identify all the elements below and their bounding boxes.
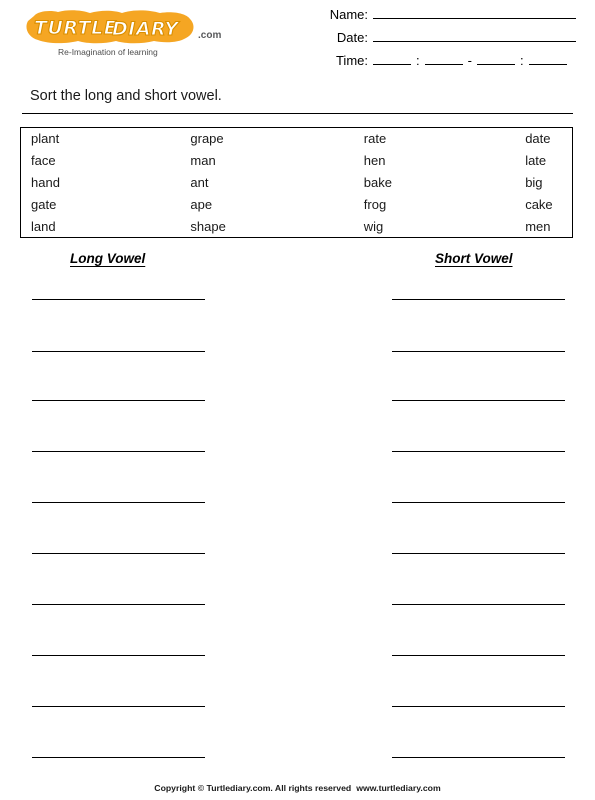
name-field-row: Name:: [316, 6, 576, 29]
word-bank-row: plant grape rate date: [21, 128, 572, 150]
word-item[interactable]: face: [21, 153, 185, 168]
time-range-dash: -: [467, 53, 472, 68]
time-end-hour-line[interactable]: [476, 52, 515, 65]
word-item[interactable]: cake: [517, 197, 572, 212]
instruction-divider: [22, 113, 573, 114]
long-vowel-answer-line[interactable]: [32, 655, 205, 656]
answer-lines-area: [0, 0, 595, 800]
svg-text:TURTLE: TURTLE: [34, 17, 117, 39]
name-field-label: Name:: [329, 7, 368, 22]
word-bank-row: gate ape frog cake: [21, 193, 572, 215]
date-field-row: Date:: [316, 29, 576, 52]
word-item[interactable]: gate: [21, 197, 185, 212]
logo-tagline: Re-Imagination of learning: [58, 47, 158, 57]
word-item[interactable]: big: [517, 175, 572, 190]
long-vowel-answer-line[interactable]: [32, 400, 205, 401]
page-footer: Copyright © Turtlediary.com. All rights …: [0, 783, 595, 793]
long-vowel-answer-line[interactable]: [32, 604, 205, 605]
word-item[interactable]: land: [21, 219, 185, 234]
short-vowel-heading: Short Vowel: [435, 251, 513, 266]
long-vowel-answer-line[interactable]: [32, 351, 205, 352]
date-input-line[interactable]: [373, 29, 576, 42]
word-item[interactable]: plant: [21, 131, 185, 146]
word-bank-row: face man hen late: [21, 150, 572, 172]
word-item[interactable]: ant: [185, 175, 346, 190]
word-item[interactable]: shape: [185, 219, 346, 234]
long-vowel-answer-line[interactable]: [32, 553, 205, 554]
name-input-line[interactable]: [373, 6, 576, 19]
short-vowel-answer-line[interactable]: [392, 757, 565, 758]
short-vowel-answer-line[interactable]: [392, 502, 565, 503]
time-start-minute-line[interactable]: [424, 52, 463, 65]
word-item[interactable]: grape: [185, 131, 346, 146]
time-end-colon: :: [519, 53, 524, 68]
long-vowel-answer-line[interactable]: [32, 706, 205, 707]
word-item[interactable]: date: [517, 131, 572, 146]
time-end-minute-line[interactable]: [528, 52, 567, 65]
time-field-row: Time: : - :: [316, 52, 576, 75]
long-vowel-answer-line[interactable]: [32, 299, 205, 300]
time-start-hour-line[interactable]: [373, 52, 411, 65]
short-vowel-answer-line[interactable]: [392, 351, 565, 352]
logo-tld-text: .com: [198, 30, 222, 41]
word-item[interactable]: hen: [347, 153, 517, 168]
time-field-label: Time:: [335, 53, 368, 68]
footer-copyright: Copyright © Turtlediary.com. All rights …: [154, 783, 352, 793]
long-vowel-answer-line[interactable]: [32, 451, 205, 452]
word-item[interactable]: rate: [347, 131, 517, 146]
footer-website[interactable]: www.turtlediary.com: [356, 783, 440, 793]
svg-text:DIARY: DIARY: [112, 18, 180, 40]
short-vowel-answer-line[interactable]: [392, 553, 565, 554]
word-item[interactable]: late: [517, 153, 572, 168]
short-vowel-answer-line[interactable]: [392, 299, 565, 300]
short-vowel-answer-line[interactable]: [392, 604, 565, 605]
word-item[interactable]: wig: [347, 219, 517, 234]
word-bank-row: land shape wig men: [21, 215, 572, 237]
short-vowel-answer-line[interactable]: [392, 706, 565, 707]
long-vowel-answer-line[interactable]: [32, 757, 205, 758]
short-vowel-answer-line[interactable]: [392, 400, 565, 401]
word-item[interactable]: bake: [347, 175, 517, 190]
word-item[interactable]: men: [517, 219, 572, 234]
short-vowel-answer-line[interactable]: [392, 451, 565, 452]
word-item[interactable]: man: [185, 153, 346, 168]
date-field-label: Date:: [336, 30, 368, 45]
short-vowel-answer-line[interactable]: [392, 655, 565, 656]
word-item[interactable]: frog: [347, 197, 517, 212]
word-item[interactable]: ape: [185, 197, 346, 212]
long-vowel-answer-line[interactable]: [32, 502, 205, 503]
time-start-colon: :: [416, 53, 420, 68]
student-info-fields: Name: Date: Time: : - :: [316, 6, 576, 75]
word-bank-box: plant grape rate date face man hen late …: [20, 127, 573, 238]
logo-blob-icon: TURTLE DIARY: [26, 10, 194, 44]
turtle-diary-logo[interactable]: TURTLE DIARY .com Re-Imagination of lear…: [22, 8, 232, 62]
word-item[interactable]: hand: [21, 175, 185, 190]
page-header: TURTLE DIARY .com Re-Imagination of lear…: [0, 0, 595, 86]
long-vowel-heading: Long Vowel: [70, 251, 146, 266]
instruction-text: Sort the long and short vowel.: [30, 88, 222, 104]
word-bank-row: hand ant bake big: [21, 172, 572, 194]
